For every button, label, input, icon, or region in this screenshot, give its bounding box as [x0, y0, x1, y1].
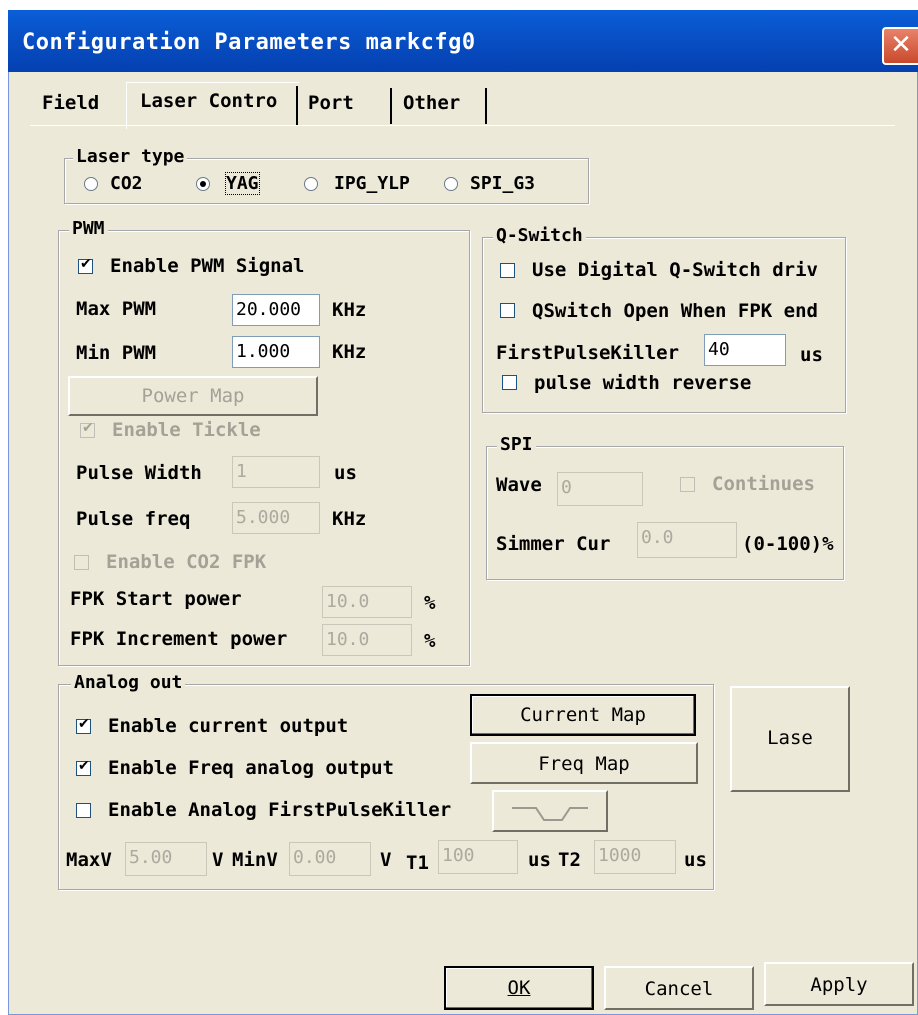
wave-input[interactable]: 0 — [557, 472, 643, 506]
maxv-input[interactable]: 5.00 — [125, 842, 207, 876]
simmer-cur-label: Simmer Cur — [496, 533, 611, 555]
continues-checkbox[interactable] — [680, 477, 695, 492]
max-pwm-label: Max PWM — [76, 298, 157, 320]
simmer-cur-unit: (0-100)% — [742, 533, 834, 555]
simmer-cur-input[interactable]: 0.0 — [637, 522, 737, 558]
max-pwm-unit: KHz — [332, 299, 367, 321]
tab-field[interactable]: Field — [42, 92, 99, 114]
pulse-waveform-icon — [512, 807, 588, 821]
maxv-unit: V — [212, 849, 224, 871]
t1-input[interactable]: 100 — [438, 840, 518, 874]
qswitch-legend: Q-Switch — [493, 225, 586, 246]
radio-co2-label[interactable]: CO2 — [110, 173, 143, 194]
radio-co2[interactable] — [84, 177, 98, 191]
qswitch-open-fpk-label[interactable]: QSwitch Open When FPK end — [532, 300, 818, 322]
analog-out-legend: Analog out — [71, 672, 186, 693]
t1-label: T1 — [406, 852, 429, 874]
enable-co2-fpk-label[interactable]: Enable CO2 FPK — [106, 551, 266, 573]
t2-label: T2 — [558, 849, 581, 871]
enable-analog-fpk-label[interactable]: Enable Analog FirstPulseKiller — [108, 799, 451, 821]
enable-freq-checkbox[interactable] — [76, 758, 91, 776]
continues-label[interactable]: Continues — [712, 473, 815, 495]
radio-yag-label[interactable]: YAG — [225, 172, 260, 195]
maxv-label: MaxV — [66, 849, 112, 871]
t2-input[interactable]: 1000 — [594, 840, 676, 874]
lase-button[interactable]: Lase — [730, 686, 850, 792]
pulse-width-label: Pulse Width — [76, 462, 202, 484]
pulse-freq-input[interactable]: 5.000 — [232, 502, 320, 534]
pulse-width-input[interactable]: 1 — [232, 456, 320, 488]
enable-current-label[interactable]: Enable current output — [108, 715, 348, 737]
first-pulse-killer-input[interactable]: 40 — [704, 334, 786, 366]
fpk-increment-unit: % — [424, 630, 436, 652]
wave-label: Wave — [496, 474, 542, 496]
qswitch-open-fpk-checkbox[interactable] — [500, 303, 515, 318]
apply-button[interactable]: Apply — [764, 962, 914, 1006]
pulse-width-unit: us — [334, 462, 357, 484]
max-pwm-input[interactable]: 20.000 — [232, 294, 320, 326]
pulse-width-reverse-label[interactable]: pulse width reverse — [534, 372, 751, 394]
t2-unit: us — [684, 849, 707, 871]
enable-tickle-checkbox[interactable] — [80, 420, 95, 438]
enable-co2-fpk-checkbox[interactable] — [74, 555, 89, 570]
tab-laser-control[interactable]: Laser Contro — [140, 90, 277, 112]
enable-pwm-checkbox[interactable] — [78, 256, 93, 274]
ok-button[interactable]: OK — [444, 966, 594, 1010]
fpk-increment-input[interactable]: 10.0 — [322, 624, 412, 656]
tab-panel-edge — [30, 125, 895, 126]
fpk-start-input[interactable]: 10.0 — [322, 586, 412, 618]
enable-analog-fpk-checkbox[interactable] — [76, 803, 91, 818]
first-pulse-killer-unit: us — [800, 344, 823, 366]
t1-unit: us — [528, 849, 551, 871]
fpk-start-unit: % — [424, 592, 436, 614]
title-bar[interactable]: Configuration Parameters markcfg0 — [8, 10, 918, 72]
radio-spi-g3-label[interactable]: SPI_G3 — [470, 173, 535, 194]
radio-yag[interactable] — [196, 177, 210, 191]
minv-label: MinV — [232, 849, 278, 871]
digital-qswitch-label[interactable]: Use Digital Q-Switch driv — [532, 259, 818, 281]
window-title: Configuration Parameters markcfg0 — [22, 30, 476, 55]
fpk-increment-label: FPK Increment power — [70, 628, 288, 650]
tab-port[interactable]: Port — [308, 92, 354, 114]
freq-map-button[interactable]: Freq Map — [470, 742, 698, 784]
current-map-button[interactable]: Current Map — [470, 694, 696, 736]
cancel-button[interactable]: Cancel — [604, 966, 754, 1010]
pulse-freq-label: Pulse freq — [76, 508, 191, 530]
laser-type-legend: Laser type — [73, 146, 188, 167]
enable-pwm-label[interactable]: Enable PWM Signal — [110, 255, 304, 277]
pulse-width-reverse-checkbox[interactable] — [502, 375, 517, 390]
min-pwm-input[interactable]: 1.000 — [232, 336, 320, 368]
power-map-button[interactable]: Power Map — [68, 376, 318, 416]
minv-unit: V — [380, 849, 392, 871]
pulse-freq-unit: KHz — [332, 508, 367, 530]
tab-other[interactable]: Other — [403, 92, 460, 114]
pwm-legend: PWM — [69, 218, 108, 239]
waveform-button[interactable] — [492, 790, 608, 832]
tab-divider — [296, 86, 298, 126]
first-pulse-killer-label: FirstPulseKiller — [496, 342, 680, 364]
tab-divider — [390, 88, 392, 124]
fpk-start-label: FPK Start power — [70, 588, 242, 610]
tab-divider — [485, 88, 487, 124]
digital-qswitch-checkbox[interactable] — [500, 263, 515, 278]
enable-tickle-label[interactable]: Enable Tickle — [112, 419, 261, 441]
min-pwm-label: Min PWM — [76, 342, 157, 364]
enable-freq-label[interactable]: Enable Freq analog output — [108, 757, 394, 779]
enable-current-checkbox[interactable] — [76, 716, 91, 734]
radio-spi-g3[interactable] — [444, 177, 458, 191]
minv-input[interactable]: 0.00 — [289, 842, 371, 876]
spi-group: SPI — [486, 434, 844, 580]
min-pwm-unit: KHz — [332, 341, 367, 363]
radio-ipg-ylp[interactable] — [304, 177, 318, 191]
radio-ipg-ylp-label[interactable]: IPG_YLP — [334, 173, 410, 194]
spi-legend: SPI — [497, 434, 536, 455]
close-icon[interactable]: ✕ — [882, 27, 918, 65]
